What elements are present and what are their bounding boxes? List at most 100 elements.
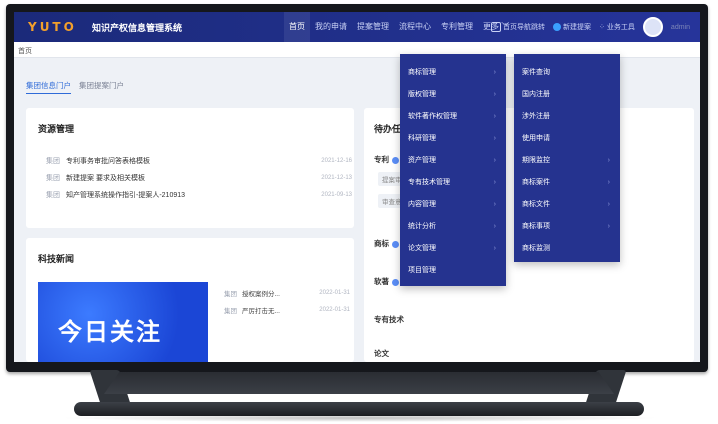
news-list: 集团 授权案例分... 2022-01-31 集团 严厉打击无... 2022-… — [224, 284, 350, 318]
nav-items: 首页 我的申请 提案管理 流程中心 专利管理 更多 ﹀ — [284, 12, 514, 42]
shortcut-button[interactable]: 首页导航跳转 — [491, 22, 545, 32]
todo-section-label: 商标 — [374, 239, 389, 248]
count-badge — [392, 156, 399, 164]
chevron-right-icon: › — [493, 113, 496, 120]
breadcrumb-home[interactable]: 首页 — [18, 48, 32, 55]
menu-item-case-search[interactable]: 案件查询 — [514, 62, 620, 84]
menu-item-statistics[interactable]: 统计分析 › — [400, 216, 506, 238]
menu-item-know-how[interactable]: 专有技术管理 › — [400, 172, 506, 194]
more-menu-column-2: 案件查询 国内注册 涉外注册 使用申请 期限监控 › 商标案件 › 商标文件 › 商标… — [514, 54, 620, 262]
item-date: 2021-12-16 — [321, 157, 352, 164]
menu-item-trademark[interactable]: 商标管理 › — [400, 62, 506, 84]
chevron-right-icon: › — [493, 69, 496, 76]
menu-item-projects[interactable]: 项目管理 — [400, 260, 506, 282]
nav-right: 首页导航跳转 新建提案 ⁘ 业务工具 admin — [491, 12, 690, 42]
nav-item-patents[interactable]: 专利管理 — [436, 12, 478, 42]
chevron-right-icon[interactable]: › — [212, 346, 222, 356]
nav-item-my-applications[interactable]: 我的申请 — [310, 12, 352, 42]
new-proposal-button[interactable]: 新建提案 — [553, 22, 591, 32]
list-item[interactable]: 集团 新建提案 要求及相关模板 2021-12-13 — [46, 169, 352, 186]
menu-item-label: 国内注册 — [522, 91, 550, 98]
item-tag: 集团 — [224, 290, 237, 298]
menu-item-trademark-files[interactable]: 商标文件 › — [514, 194, 620, 216]
todo-section-know-how[interactable]: 专有技术 — [374, 314, 404, 325]
menu-item-trademark-monitoring[interactable]: 商标监测 — [514, 238, 620, 260]
chevron-right-icon: › — [607, 223, 610, 230]
menu-item-trademark-cases[interactable]: 商标案件 › — [514, 172, 620, 194]
list-item[interactable]: 集团 专利事务审批问答表格模板 2021-12-16 — [46, 152, 352, 169]
menu-item-papers[interactable]: 论文管理 › — [400, 238, 506, 260]
chevron-right-icon: › — [493, 157, 496, 164]
top-navbar: YUTO 知识产权信息管理系统 首页 我的申请 提案管理 流程中心 专利管理 更… — [14, 12, 700, 42]
item-text: 严厉打击无... — [242, 307, 280, 315]
shortcut-label: 首页导航跳转 — [503, 24, 546, 31]
news-card: 科技新闻 今日关注 › 集团 授权案例分... 2022-01-31 集团 严厉… — [26, 238, 354, 362]
chevron-right-icon: › — [607, 201, 610, 208]
item-tag: 集团 — [46, 191, 60, 199]
menu-item-label: 商标管理 — [408, 69, 436, 76]
menu-item-label: 内容管理 — [408, 201, 436, 208]
chevron-right-icon: › — [493, 201, 496, 208]
menu-item-content[interactable]: 内容管理 › — [400, 194, 506, 216]
menu-item-label: 商标事项 — [522, 223, 550, 230]
more-menu-column-1: 商标管理 › 版权管理 › 软件著作权管理 › 科研管理 › 资产管理 › 专有技术管理 ›… — [400, 54, 506, 286]
tab-group-info-portal[interactable]: 集团信息门户 — [26, 80, 71, 94]
menu-item-label: 使用申请 — [522, 135, 550, 142]
item-date: 2021-12-13 — [321, 174, 352, 181]
menu-item-label: 科研管理 — [408, 135, 436, 142]
nav-item-proposals[interactable]: 提案管理 — [352, 12, 394, 42]
menu-item-deadline-monitor[interactable]: 期限监控 › — [514, 150, 620, 172]
news-banner[interactable]: 今日关注 — [38, 282, 208, 362]
count-badge — [392, 240, 399, 248]
menu-item-label: 专有技术管理 — [408, 179, 450, 186]
menu-item-label: 案件查询 — [522, 69, 550, 76]
workbench-button[interactable]: ⁘ 业务工具 — [599, 22, 635, 32]
nav-item-workflow[interactable]: 流程中心 — [394, 12, 436, 42]
list-item[interactable]: 集团 授权案例分... 2022-01-31 — [224, 284, 350, 301]
list-item[interactable]: 集团 知产管理系统操作指引-提案人-210913 2021-09-13 — [46, 186, 352, 203]
menu-item-foreign-registration[interactable]: 涉外注册 — [514, 106, 620, 128]
menu-item-research[interactable]: 科研管理 › — [400, 128, 506, 150]
avatar[interactable] — [642, 17, 663, 37]
todo-section-trademark[interactable]: 商标 — [374, 238, 399, 249]
menu-item-software-copyright[interactable]: 软件著作权管理 › — [400, 106, 506, 128]
username[interactable]: admin — [671, 24, 690, 31]
menu-item-trademark-matters[interactable]: 商标事项 › — [514, 216, 620, 238]
menu-item-label: 版权管理 — [408, 91, 436, 98]
system-title: 知识产权信息管理系统 — [92, 22, 183, 33]
menu-item-usage-request[interactable]: 使用申请 — [514, 128, 620, 150]
chevron-right-icon: › — [607, 179, 610, 186]
item-text: 授权案例分... — [242, 290, 280, 298]
menu-item-label: 统计分析 — [408, 223, 436, 230]
todo-section-paper[interactable]: 论文 — [374, 348, 389, 359]
todo-section-label: 专利 — [374, 155, 389, 164]
item-tag: 集团 — [46, 157, 60, 165]
menu-item-copyright[interactable]: 版权管理 › — [400, 84, 506, 106]
menu-item-assets[interactable]: 资产管理 › — [400, 150, 506, 172]
menu-item-label: 软件著作权管理 — [408, 113, 457, 120]
chevron-right-icon: › — [493, 179, 496, 186]
menu-item-domestic-registration[interactable]: 国内注册 — [514, 84, 620, 106]
item-date: 2022-01-31 — [319, 306, 350, 313]
screen: YUTO 知识产权信息管理系统 首页 我的申请 提案管理 流程中心 专利管理 更… — [14, 12, 700, 362]
item-text: 知产管理系统操作指引-提案人-210913 — [66, 191, 186, 199]
menu-item-label: 项目管理 — [408, 267, 436, 274]
chevron-right-icon: › — [493, 91, 496, 98]
logo[interactable]: YUTO — [14, 20, 92, 34]
item-date: 2021-09-13 — [321, 191, 352, 198]
chevron-right-icon: › — [493, 245, 496, 252]
stand-shadow — [60, 414, 660, 422]
menu-item-label: 论文管理 — [408, 245, 436, 252]
nav-item-home[interactable]: 首页 — [284, 12, 310, 42]
resource-title: 资源管理 — [38, 124, 75, 134]
tab-group-proposal-portal[interactable]: 集团提案门户 — [79, 80, 124, 94]
resource-list: 集团 专利事务审批问答表格模板 2021-12-16 集团 新建提案 要求及相关… — [46, 152, 352, 203]
count-badge — [392, 278, 399, 286]
todo-section-patent[interactable]: 专利 — [374, 154, 399, 165]
todo-section-software[interactable]: 软著 — [374, 276, 399, 287]
menu-item-label: 涉外注册 — [522, 113, 550, 120]
menu-item-label: 商标案件 — [522, 179, 550, 186]
list-item[interactable]: 集团 严厉打击无... 2022-01-31 — [224, 301, 350, 318]
item-text: 新建提案 要求及相关模板 — [66, 174, 145, 182]
menu-item-label: 期限监控 — [522, 157, 550, 164]
